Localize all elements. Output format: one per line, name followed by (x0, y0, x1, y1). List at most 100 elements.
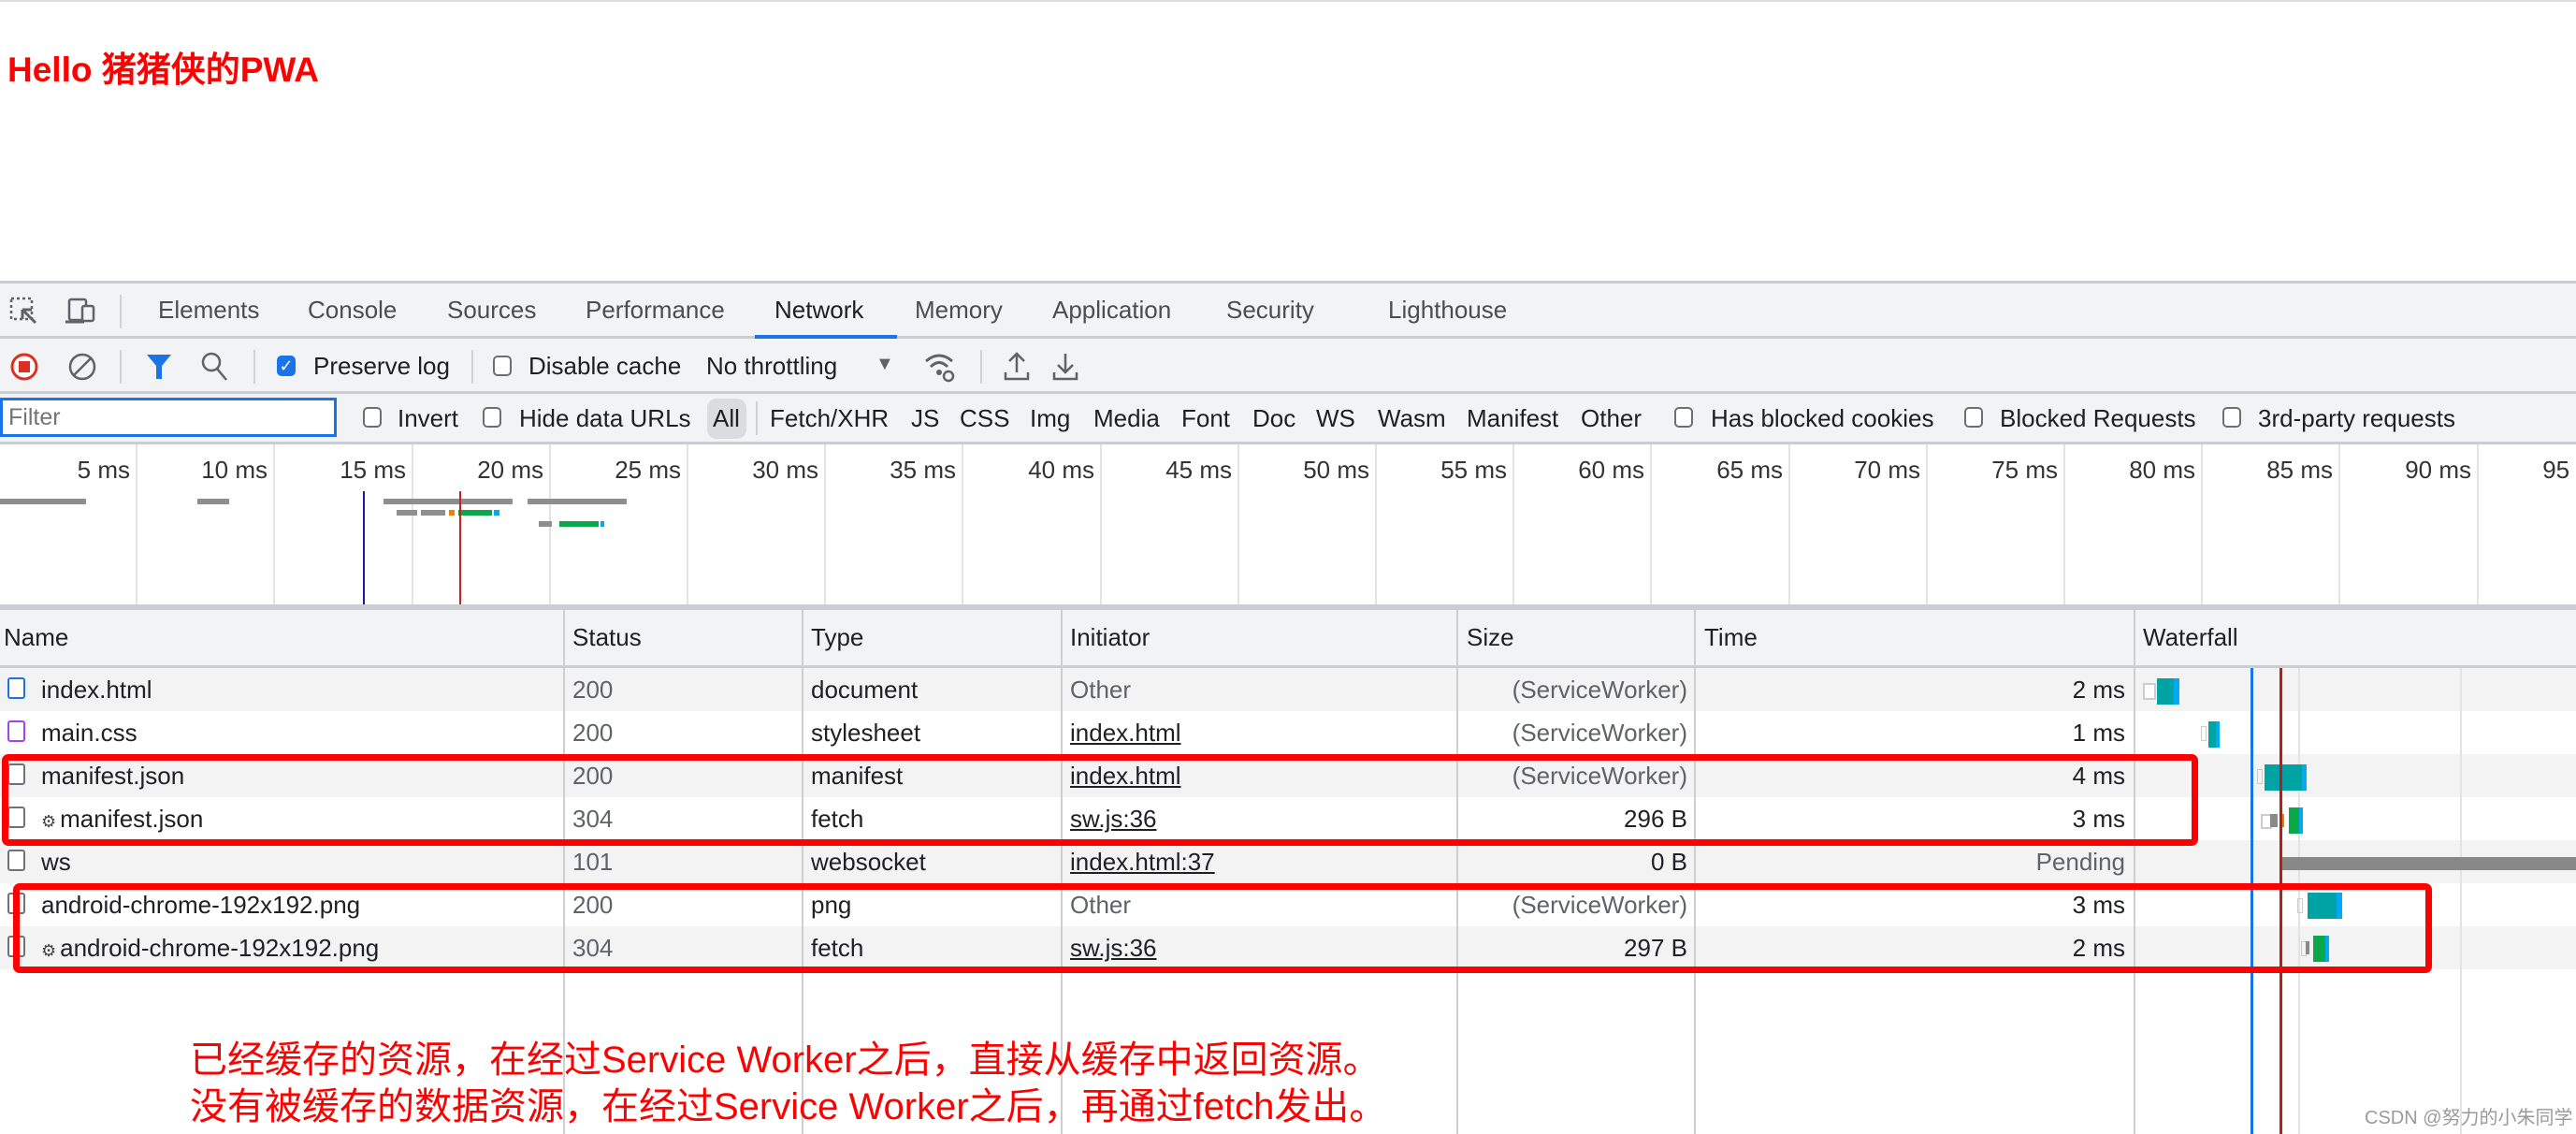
invert-label[interactable]: Invert (398, 404, 458, 433)
column-divider[interactable] (1456, 610, 1458, 1134)
overview-request-bar (559, 521, 599, 527)
network-toolbar: ✓ Preserve log Disable cache No throttli… (0, 339, 2576, 394)
type-filter-manifest[interactable]: Manifest (1467, 404, 1558, 433)
overview-gridline (962, 444, 963, 604)
request-size: 0 B (1650, 848, 1687, 876)
separator (471, 350, 473, 384)
tab-elements[interactable]: Elements (158, 296, 259, 325)
overview-tick-label: 25 ms (615, 456, 681, 484)
request-type: stylesheet (811, 719, 921, 747)
column-header-name[interactable]: Name (4, 623, 68, 652)
column-header-size[interactable]: Size (1467, 623, 1514, 652)
throttling-dropdown-arrow-icon[interactable]: ▼ (876, 354, 894, 375)
search-icon[interactable] (200, 351, 230, 383)
type-filter-css[interactable]: CSS (960, 404, 1009, 433)
inspect-icon[interactable] (9, 297, 39, 327)
export-har-icon[interactable] (1051, 350, 1079, 384)
clear-icon[interactable] (67, 352, 97, 382)
column-header-time[interactable]: Time (1704, 623, 1758, 652)
overview-request-bar (539, 521, 552, 527)
load-event-marker (459, 491, 461, 604)
column-header-type[interactable]: Type (811, 623, 863, 652)
preserve-log-label[interactable]: Preserve log (313, 352, 450, 381)
request-time: 2 ms (2072, 676, 2125, 704)
overview-request-bar (449, 510, 455, 516)
overview-tick-label: 90 ms (2405, 456, 2471, 484)
page-top-border (0, 0, 2576, 2)
request-initiator[interactable]: index.html (1070, 719, 1181, 748)
preserve-log-checkbox[interactable]: ✓ (277, 356, 296, 376)
column-header-waterfall[interactable]: Waterfall (2143, 623, 2238, 652)
request-type: websocket (811, 848, 926, 876)
type-filter-media[interactable]: Media (1093, 404, 1160, 433)
network-overview-timeline[interactable]: 5 ms 10 ms 15 ms 20 ms 25 ms 30 ms 35 ms 40 ms 4… (0, 444, 2576, 610)
tab-sources[interactable]: Sources (447, 296, 536, 325)
overview-request-bar (528, 499, 627, 504)
overview-tick-label: 30 ms (752, 456, 818, 484)
overview-gridline (1650, 444, 1652, 604)
annotation-box-manifest (2, 754, 2198, 846)
filter-input[interactable] (0, 398, 337, 437)
table-row[interactable]: ws 101 websocket index.html:37 0 B Pending (0, 840, 2576, 883)
overview-gridline (2201, 444, 2203, 604)
column-divider[interactable] (1694, 610, 1696, 1134)
table-row[interactable]: main.css 200 stylesheet index.html (ServiceW… (0, 711, 2576, 754)
type-filter-img[interactable]: Img (1030, 404, 1070, 433)
third-party-requests-label[interactable]: 3rd-party requests (2258, 404, 2455, 433)
request-initiator[interactable]: index.html:37 (1070, 848, 1215, 877)
tab-memory[interactable]: Memory (915, 296, 1003, 325)
tab-performance[interactable]: Performance (586, 296, 725, 325)
stylesheet-icon (7, 720, 25, 742)
tab-security[interactable]: Security (1226, 296, 1314, 325)
overview-gridline (1926, 444, 1928, 604)
type-filter-wasm[interactable]: Wasm (1378, 404, 1446, 433)
type-filter-fetch-xhr[interactable]: Fetch/XHR (770, 404, 889, 433)
waterfall-queue (2257, 769, 2263, 784)
device-toolbar-icon[interactable] (65, 297, 101, 327)
request-status: 200 (572, 676, 614, 704)
type-filter-all[interactable]: All (713, 404, 740, 433)
tab-console[interactable]: Console (308, 296, 397, 325)
separator (120, 295, 122, 328)
tab-application[interactable]: Application (1052, 296, 1171, 325)
record-stop-icon[interactable] (9, 352, 39, 382)
request-name[interactable]: index.html (41, 676, 152, 705)
waterfall-bar-pending (2280, 857, 2576, 870)
third-party-requests-checkbox[interactable] (2222, 407, 2241, 428)
tab-lighthouse[interactable]: Lighthouse (1388, 296, 1507, 325)
filter-icon[interactable] (145, 352, 173, 382)
hide-data-urls-checkbox[interactable] (483, 407, 501, 428)
disable-cache-checkbox[interactable] (493, 356, 512, 376)
blocked-requests-label[interactable]: Blocked Requests (2000, 404, 2196, 433)
column-header-status[interactable]: Status (572, 623, 642, 652)
column-divider[interactable] (2134, 610, 2135, 1134)
type-filter-font[interactable]: Font (1181, 404, 1230, 433)
overview-tick-label: 75 ms (1991, 456, 2058, 484)
type-filter-doc[interactable]: Doc (1252, 404, 1295, 433)
type-filter-other[interactable]: Other (1581, 404, 1642, 433)
overview-request-bar (494, 510, 499, 516)
throttling-select[interactable]: No throttling (706, 352, 837, 381)
table-row[interactable]: index.html 200 document Other (ServiceWorker… (0, 668, 2576, 711)
request-name[interactable]: main.css (41, 719, 137, 748)
network-conditions-icon[interactable] (922, 350, 960, 384)
hide-data-urls-label[interactable]: Hide data URLs (519, 404, 691, 433)
request-name[interactable]: ws (41, 848, 71, 877)
overview-tick-label: 50 ms (1303, 456, 1369, 484)
has-blocked-cookies-checkbox[interactable] (1674, 407, 1693, 428)
tab-network[interactable]: Network (774, 296, 863, 325)
has-blocked-cookies-label[interactable]: Has blocked cookies (1711, 404, 1933, 433)
disable-cache-label[interactable]: Disable cache (528, 352, 681, 381)
type-filter-ws[interactable]: WS (1316, 404, 1355, 433)
overview-gridline (1100, 444, 1102, 604)
column-header-initiator[interactable]: Initiator (1070, 623, 1150, 652)
invert-checkbox[interactable] (363, 407, 382, 428)
blocked-requests-checkbox[interactable] (1964, 407, 1983, 428)
request-size: (ServiceWorker) (1512, 719, 1687, 747)
overview-request-bar (601, 521, 604, 527)
type-filter-js[interactable]: JS (911, 404, 939, 433)
import-har-icon[interactable] (1003, 350, 1031, 384)
waterfall-queue (2201, 726, 2207, 741)
waterfall-gridline (2460, 668, 2462, 1134)
overview-request-bar (421, 510, 445, 516)
